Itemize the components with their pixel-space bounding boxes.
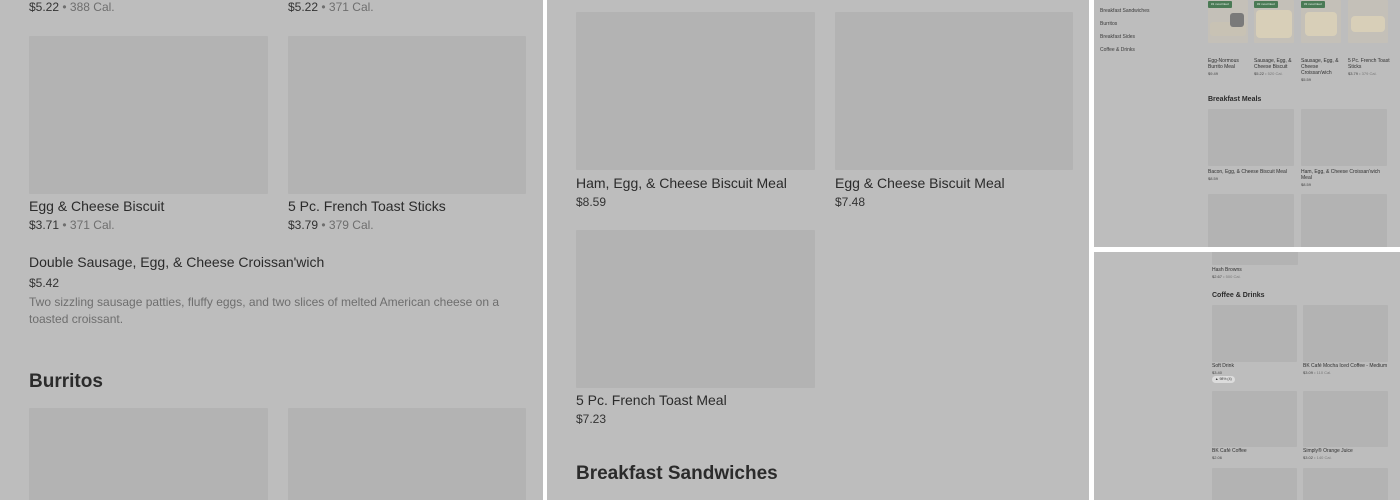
popularity-badge: #1 most liked bbox=[1208, 1, 1232, 8]
thumbs-up-icon: ▲ bbox=[1215, 377, 1219, 381]
menu-item-price: $2.67 • 500 Cal. bbox=[1212, 274, 1241, 279]
menu-item-image[interactable] bbox=[576, 12, 815, 170]
menu-item-image[interactable] bbox=[1212, 252, 1298, 265]
menu-item-image[interactable] bbox=[1208, 194, 1294, 247]
menu-item-name[interactable]: Egg & Cheese Biscuit bbox=[29, 198, 164, 214]
sidebar-item-burritos[interactable]: Burritos bbox=[1100, 21, 1117, 27]
menu-item-price: $9.49 bbox=[1208, 71, 1219, 76]
menu-item-image[interactable] bbox=[1212, 391, 1297, 447]
menu-item-price: $7.23 bbox=[576, 412, 607, 426]
menu-item-name[interactable]: BK Café Mocha Iced Coffee - Medium bbox=[1303, 363, 1387, 369]
menu-item-name[interactable]: Egg-Normous Burrito Meal bbox=[1208, 58, 1250, 70]
menu-item-name[interactable]: 5 Pc. French Toast Meal bbox=[576, 392, 727, 408]
menu-item-name[interactable]: Simply® Orange Juice bbox=[1303, 448, 1353, 454]
menu-item-price: $2.06 bbox=[1212, 455, 1223, 460]
menu-item-price: $8.59 bbox=[1301, 182, 1312, 187]
sidebar-item-breakfast-sandwiches[interactable]: Breakfast Sandwiches bbox=[1100, 8, 1149, 14]
menu-item-name[interactable]: Bacon, Egg, & Cheese Biscuit Meal bbox=[1208, 169, 1296, 175]
menu-item-price: $3.09 • 110 Cal. bbox=[1303, 370, 1332, 375]
menu-item-name[interactable]: Hash Browns bbox=[1212, 267, 1242, 273]
menu-item-image[interactable] bbox=[835, 12, 1073, 170]
popularity-badge: #2 most liked bbox=[1254, 1, 1278, 8]
menu-item-name[interactable]: 5 Pc. French Toast Sticks bbox=[288, 198, 446, 214]
popularity-badge: #3 most liked bbox=[1301, 1, 1325, 8]
menu-item-image[interactable] bbox=[1303, 468, 1388, 500]
menu-item-price: $5.22 • 520 Cal. bbox=[1254, 71, 1283, 76]
menu-panel-left: $5.22 • 388 Cal. $5.22 • 371 Cal. Egg & … bbox=[0, 0, 543, 500]
menu-item-price: $5.22 • 371 Cal. bbox=[288, 0, 374, 14]
menu-item-image[interactable] bbox=[288, 408, 526, 500]
menu-item-price: $8.59 bbox=[1208, 176, 1219, 181]
menu-item-name[interactable]: Soft Drink bbox=[1212, 363, 1234, 369]
sidebar-item-breakfast-sides[interactable]: Breakfast Sides bbox=[1100, 34, 1135, 40]
section-heading: Breakfast Meals bbox=[1208, 96, 1262, 103]
menu-item-image[interactable] bbox=[1301, 109, 1387, 166]
menu-item-image[interactable] bbox=[1348, 0, 1388, 43]
screenshot-collage: $5.22 • 388 Cal. $5.22 • 371 Cal. Egg & … bbox=[0, 0, 1400, 500]
menu-item-image[interactable] bbox=[1303, 305, 1388, 362]
menu-item-name[interactable]: Egg & Cheese Biscuit Meal bbox=[835, 175, 1005, 191]
menu-item-price: $7.48 bbox=[835, 195, 866, 209]
menu-item-image[interactable] bbox=[1212, 468, 1297, 500]
sidebar-item-coffee-drinks[interactable]: Coffee & Drinks bbox=[1100, 47, 1135, 53]
menu-panel-bottom-right: Hash Browns $2.67 • 500 Cal. Coffee & Dr… bbox=[1094, 252, 1400, 500]
section-heading: Breakfast Sandwiches bbox=[576, 463, 778, 484]
featured-item-name[interactable]: Double Sausage, Egg, & Cheese Croissan'w… bbox=[29, 254, 324, 270]
menu-item-image[interactable] bbox=[288, 36, 526, 194]
menu-item-image[interactable] bbox=[1212, 305, 1297, 362]
menu-item-price: $3.40 bbox=[1212, 370, 1223, 375]
menu-item-name[interactable]: Ham, Egg, & Cheese Biscuit Meal bbox=[576, 175, 787, 191]
menu-item-image[interactable] bbox=[29, 36, 268, 194]
menu-item-price: $5.22 • 388 Cal. bbox=[29, 0, 115, 14]
menu-panel-middle: Ham, Egg, & Cheese Biscuit Meal $8.59 Eg… bbox=[547, 0, 1089, 500]
menu-item-price: $3.71 • 371 Cal. bbox=[29, 218, 115, 232]
section-heading: Coffee & Drinks bbox=[1212, 292, 1265, 299]
rating-badge: ▲ 98% (4) bbox=[1212, 376, 1235, 383]
menu-item-price: $5.59 bbox=[1301, 77, 1312, 82]
menu-item-name[interactable]: 5 Pc. French Toast Sticks bbox=[1348, 58, 1390, 70]
featured-item-price: $5.42 bbox=[29, 276, 60, 290]
menu-panel-top-right: Breakfast Sandwiches Burritos Breakfast … bbox=[1094, 0, 1400, 247]
menu-item-name[interactable]: Ham, Egg, & Cheese Croissan'wich Meal bbox=[1301, 169, 1389, 181]
menu-item-image[interactable] bbox=[576, 230, 815, 388]
featured-item-description: Two sizzling sausage patties, fluffy egg… bbox=[29, 295, 500, 326]
menu-item-price: $3.79 • 379 Cal. bbox=[288, 218, 374, 232]
section-heading: Burritos bbox=[29, 371, 103, 392]
menu-item-price: $3.02 • 140 Cal. bbox=[1303, 455, 1332, 460]
menu-item-price: $8.59 bbox=[576, 195, 607, 209]
menu-item-name[interactable]: Sausage, Egg, & Cheese Biscuit bbox=[1254, 58, 1296, 70]
menu-item-image[interactable] bbox=[1303, 391, 1388, 447]
menu-item-image[interactable] bbox=[1208, 109, 1294, 166]
menu-item-name[interactable]: BK Café Coffee bbox=[1212, 448, 1247, 454]
menu-item-name[interactable]: Sausage, Egg, & Cheese Croissan'wich bbox=[1301, 58, 1343, 76]
menu-item-image[interactable] bbox=[1301, 194, 1387, 247]
menu-item-price: $3.79 • 379 Cal. bbox=[1348, 71, 1377, 76]
menu-item-image[interactable] bbox=[29, 408, 268, 500]
